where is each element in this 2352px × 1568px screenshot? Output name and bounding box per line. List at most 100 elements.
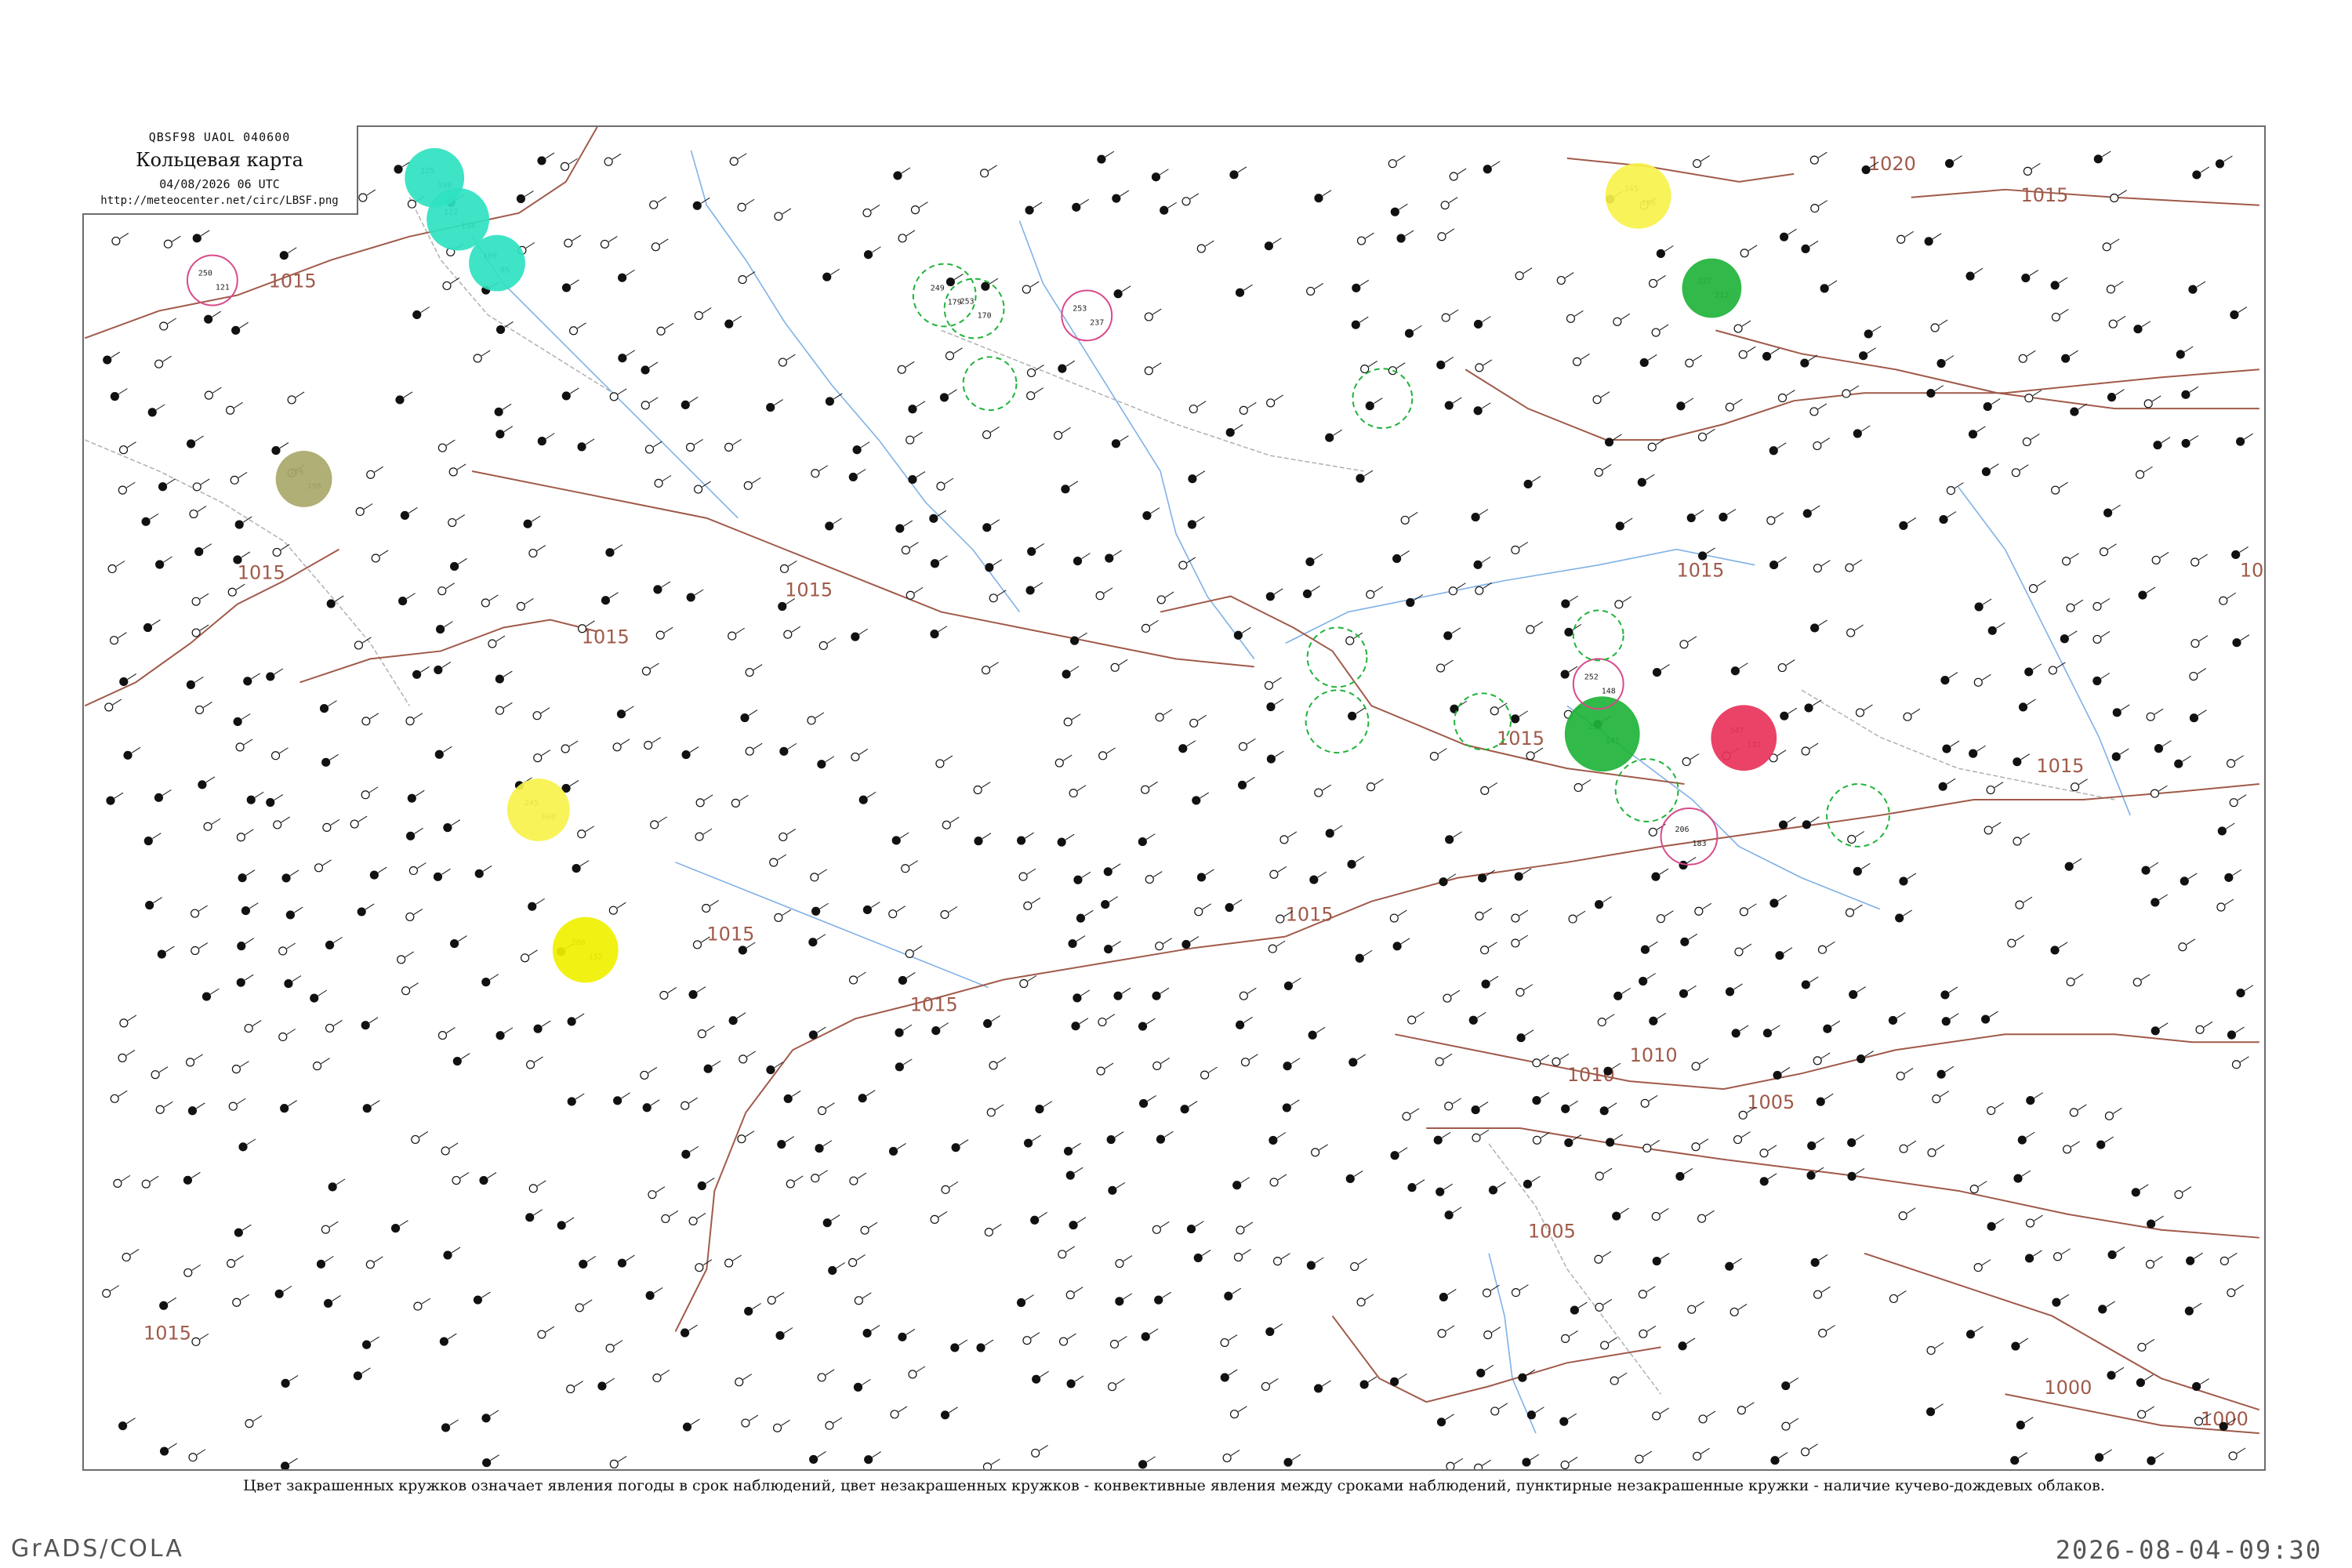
station-plot bbox=[1552, 1053, 1570, 1066]
station-circle bbox=[1261, 1381, 1270, 1392]
station-circle bbox=[1780, 232, 1789, 241]
wind-barb bbox=[1149, 619, 1159, 626]
station-circle bbox=[608, 906, 618, 915]
wind-barb bbox=[1152, 362, 1162, 369]
wind-barb bbox=[1482, 1459, 1491, 1466]
station-circle bbox=[118, 1421, 128, 1431]
station-plot bbox=[2180, 873, 2198, 886]
station-circle bbox=[825, 1421, 834, 1430]
station-plot bbox=[1073, 871, 1091, 884]
station-plot bbox=[1845, 904, 1863, 917]
station-circle bbox=[226, 405, 235, 415]
station-plot bbox=[2099, 543, 2117, 557]
wind-barb bbox=[252, 1020, 262, 1027]
wind-barb bbox=[525, 241, 535, 249]
station-plot bbox=[1594, 464, 1612, 477]
station-circle bbox=[1762, 351, 1772, 361]
station-circle bbox=[2062, 557, 2071, 566]
station-circle bbox=[618, 273, 627, 282]
station-plot bbox=[1490, 1403, 1508, 1416]
station-plot bbox=[1111, 435, 1129, 448]
station-circle bbox=[407, 793, 416, 803]
station-plot bbox=[849, 1172, 867, 1185]
station-plot bbox=[316, 1255, 334, 1269]
station-circle bbox=[2061, 354, 2071, 363]
wind-barb bbox=[2237, 794, 2247, 801]
weather-map: 1015101510151015101510201015101510151015… bbox=[82, 125, 2266, 1471]
wind-barb bbox=[1232, 899, 1243, 906]
wind-barb bbox=[1359, 279, 1370, 286]
station-plot bbox=[2137, 1406, 2154, 1419]
wind-barb bbox=[282, 1285, 292, 1292]
station-circle bbox=[1818, 1328, 1828, 1338]
station-plot bbox=[1648, 275, 1666, 289]
station-plot bbox=[1144, 308, 1162, 321]
station-plot bbox=[141, 513, 159, 526]
wind-barb bbox=[570, 387, 579, 394]
wind-barb bbox=[295, 391, 305, 398]
station-plot bbox=[1407, 1179, 1425, 1192]
station-circle bbox=[1560, 670, 1570, 679]
wind-barb bbox=[626, 350, 636, 357]
station-circle bbox=[1679, 640, 1689, 649]
station-circle bbox=[1770, 1456, 1780, 1465]
station-circle bbox=[1475, 586, 1484, 595]
station-circle bbox=[110, 392, 120, 401]
station-circle bbox=[1725, 1261, 1734, 1271]
station-plot bbox=[2010, 1452, 2027, 1465]
wind-barb bbox=[1479, 509, 1489, 516]
wind-barb bbox=[818, 1170, 828, 1177]
station-circle bbox=[1035, 1105, 1044, 1114]
station-plot bbox=[651, 238, 669, 252]
station-circle bbox=[1113, 289, 1123, 299]
wind-barb bbox=[1932, 233, 1942, 240]
wind-barb bbox=[2020, 833, 2031, 840]
wind-barb bbox=[1322, 190, 1332, 197]
station-plot bbox=[1098, 1014, 1116, 1027]
station-plot bbox=[1899, 1140, 1917, 1153]
station-plot bbox=[442, 278, 460, 291]
wind-barb bbox=[572, 234, 582, 241]
station-plot bbox=[266, 668, 284, 681]
station-circle bbox=[231, 325, 241, 335]
station-circle bbox=[1511, 545, 1520, 555]
isobar-line bbox=[1465, 368, 2259, 441]
station-circle bbox=[654, 478, 663, 488]
station-plot bbox=[731, 794, 749, 808]
station-circle bbox=[2230, 310, 2239, 320]
station-plot bbox=[2052, 1294, 2070, 1307]
wind-barb bbox=[1977, 1181, 1987, 1188]
wind-barb bbox=[279, 747, 289, 754]
station-circle bbox=[1730, 1307, 1739, 1317]
station-circle bbox=[1676, 401, 1686, 411]
station-circle bbox=[652, 1373, 662, 1383]
station-plot bbox=[2230, 307, 2248, 320]
station-plot bbox=[936, 477, 954, 491]
station-circle bbox=[898, 234, 907, 243]
station-plot bbox=[735, 1374, 752, 1387]
wind-barb bbox=[871, 902, 880, 908]
station-circle bbox=[1523, 479, 1533, 489]
station-circle bbox=[106, 796, 115, 805]
station-circle bbox=[688, 1216, 698, 1225]
station-circle bbox=[2052, 1298, 2061, 1307]
station-plot bbox=[1348, 707, 1365, 720]
wind-barb bbox=[1483, 359, 1493, 366]
station-circle bbox=[1941, 1017, 1951, 1026]
station-circle bbox=[1682, 757, 1691, 767]
wind-barb bbox=[1030, 281, 1040, 288]
station-circle bbox=[1096, 1066, 1105, 1076]
weather-circle bbox=[1614, 758, 1679, 822]
station-circle bbox=[2174, 1190, 2183, 1200]
wind-barb bbox=[1476, 1011, 1486, 1018]
wind-barb bbox=[1238, 1406, 1247, 1413]
station-plot bbox=[1697, 428, 1715, 441]
wind-barb bbox=[653, 441, 662, 448]
station-circle bbox=[1802, 820, 1811, 829]
wind-barb bbox=[2072, 858, 2082, 865]
station-circle bbox=[2146, 712, 2155, 721]
wind-barb bbox=[866, 1090, 876, 1097]
station-plot bbox=[1800, 1443, 1818, 1457]
station-circle bbox=[2050, 946, 2060, 955]
station-plot bbox=[724, 315, 742, 328]
